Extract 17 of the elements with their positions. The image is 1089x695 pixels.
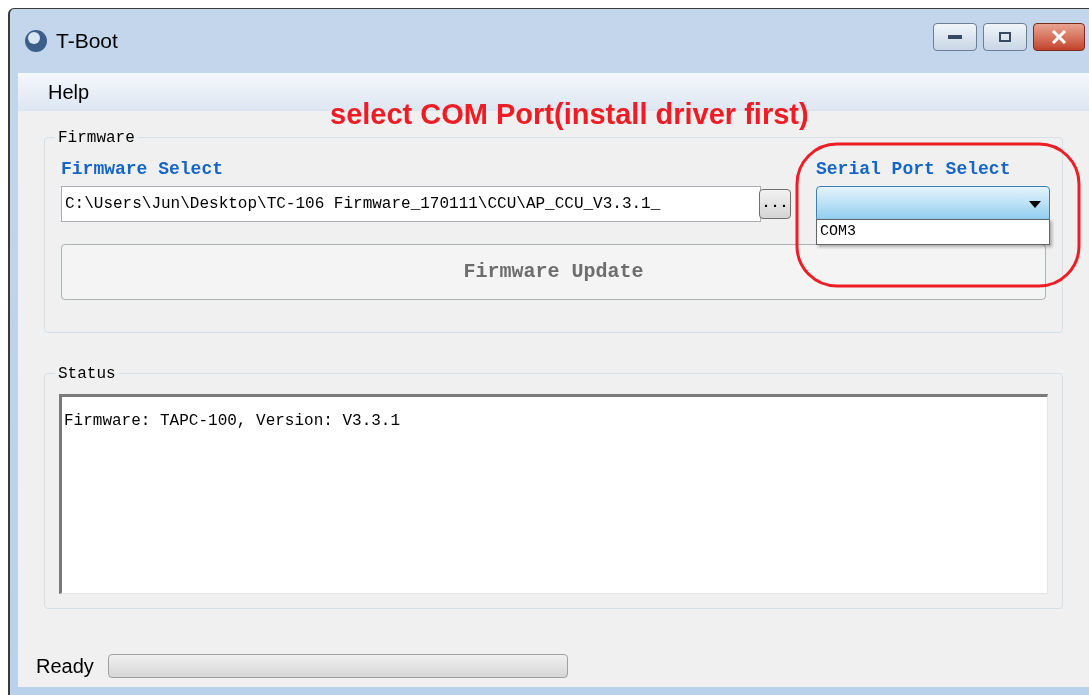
menu-item[interactable]: Help — [38, 77, 100, 107]
status-text: Ready — [36, 654, 94, 679]
close-icon — [1051, 30, 1067, 44]
serial-port-dropdown[interactable] — [816, 186, 1050, 222]
browse-button[interactable]: ... — [759, 189, 791, 219]
dropdown-arrow-icon — [1029, 200, 1041, 208]
file-path-field[interactable]: C:\Users\Jun\Desktop\TC-106 Firmware_170111\CCU\AP_CCU_V3.3.1_ — [61, 186, 761, 222]
window-title: T-Boot — [56, 28, 118, 55]
app-logo-icon — [24, 29, 48, 53]
status-line: Firmware: TAPC-100, Version: V3.3.1 — [64, 411, 402, 432]
annotation-text: select COM Port(install driver first) — [330, 97, 809, 132]
dropdown-option[interactable]: COM3 — [817, 220, 1049, 244]
close-button[interactable] — [1033, 23, 1085, 51]
minimize-button[interactable] — [933, 23, 977, 51]
maximize-button[interactable] — [983, 23, 1027, 51]
serial-port-label: Serial Port Select — [816, 158, 1012, 181]
firmware-select-label: Firmware Select — [61, 158, 225, 181]
